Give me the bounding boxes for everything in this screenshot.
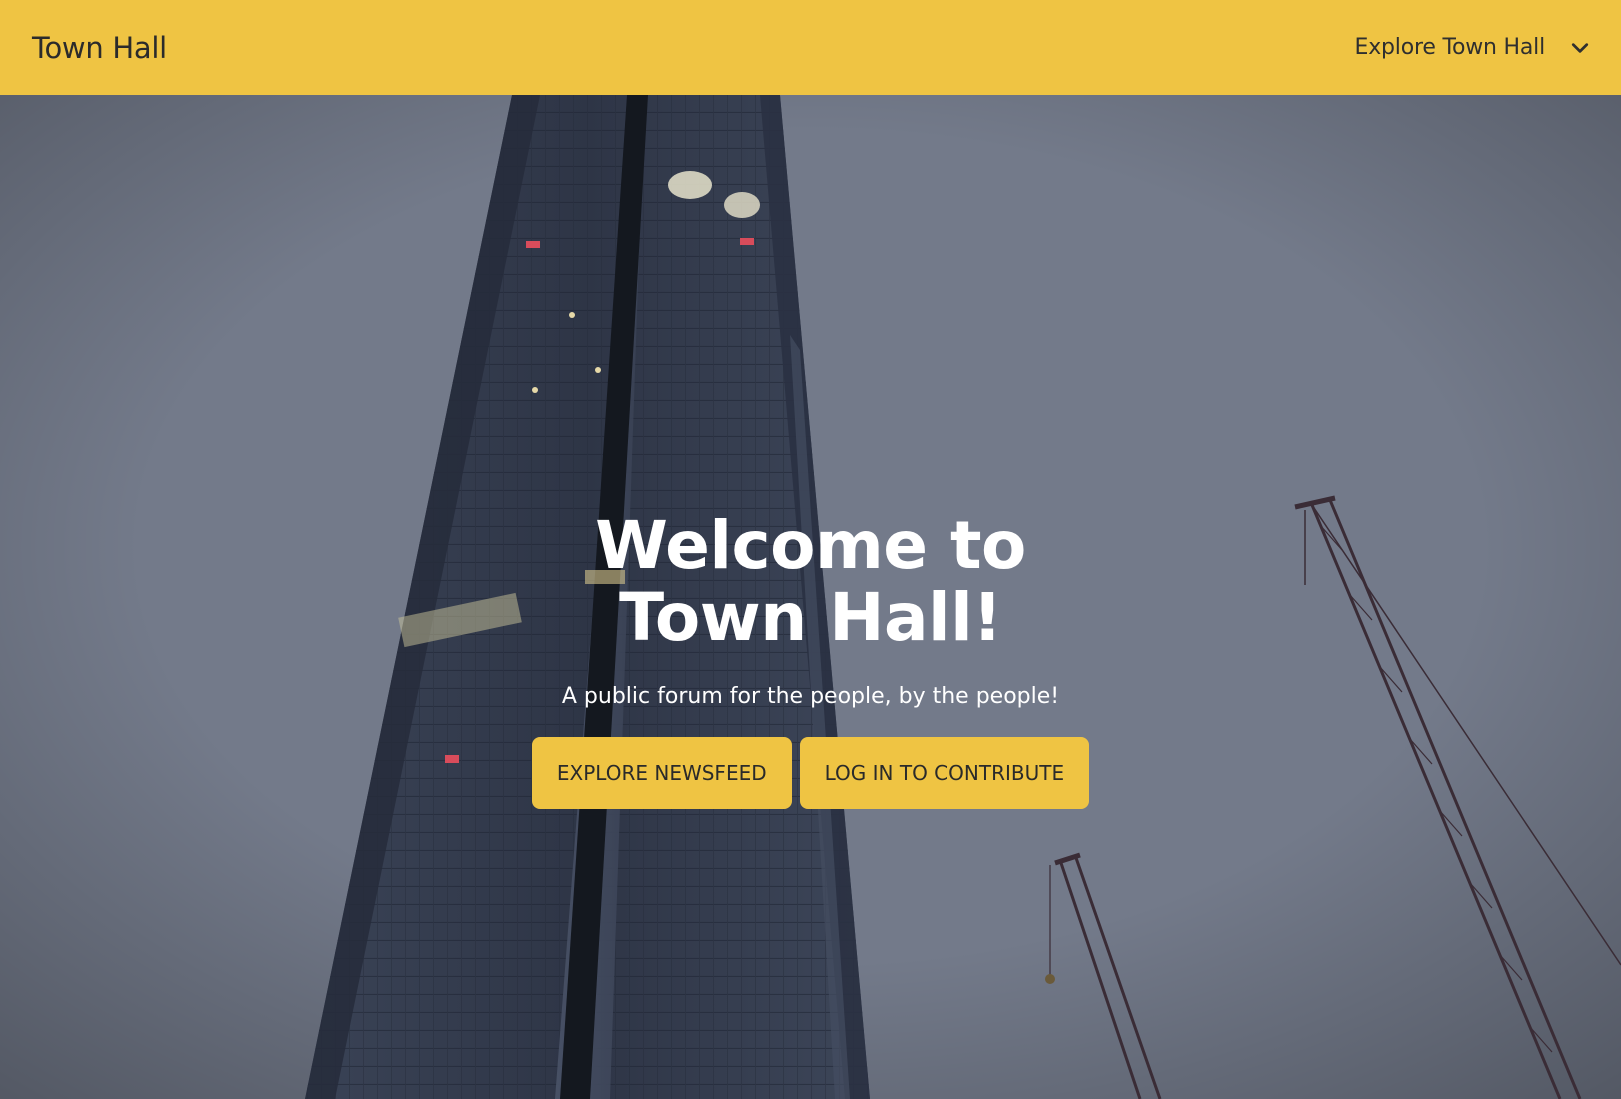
hero-section: Welcome to Town Hall! A public forum for… <box>0 95 1621 1099</box>
login-to-contribute-button[interactable]: LOG IN TO CONTRIBUTE <box>799 737 1090 809</box>
explore-town-hall-dropdown[interactable]: Explore Town Hall <box>1355 35 1590 60</box>
dropdown-label: Explore Town Hall <box>1354 35 1546 60</box>
hero-button-row: EXPLORE NEWSFEED LOG IN TO CONTRIBUTE <box>531 737 1090 809</box>
hero-subtitle: A public forum for the people, by the pe… <box>561 684 1060 709</box>
hero-title: Welcome to Town Hall! <box>595 507 1026 656</box>
hero-content: Welcome to Town Hall! A public forum for… <box>0 95 1621 1099</box>
top-navbar: Town Hall Explore Town Hall <box>0 0 1621 95</box>
explore-newsfeed-button[interactable]: EXPLORE NEWSFEED <box>531 737 792 809</box>
brand-logo-text[interactable]: Town Hall <box>32 31 167 65</box>
chevron-down-icon <box>1571 42 1589 53</box>
